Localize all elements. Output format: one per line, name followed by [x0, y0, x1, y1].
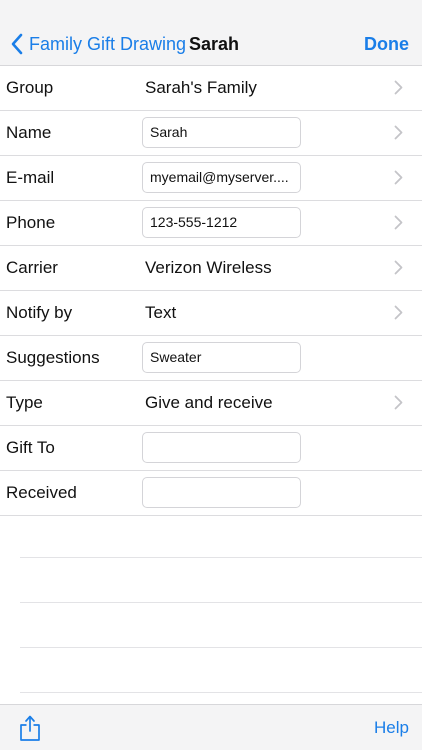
- help-button[interactable]: Help: [374, 716, 409, 740]
- empty-row: [20, 558, 422, 603]
- received-label: Received: [6, 483, 77, 502]
- chevron-right-icon[interactable]: [394, 125, 403, 140]
- group-row[interactable]: Group Sarah's Family: [0, 66, 422, 111]
- suggestions-row: Suggestions Sweater: [0, 336, 422, 381]
- done-button[interactable]: Done: [364, 32, 409, 56]
- name-label: Name: [6, 123, 52, 142]
- phone-input[interactable]: 123-555-1212: [142, 207, 301, 238]
- received-input[interactable]: [142, 477, 301, 508]
- chevron-right-icon: [394, 305, 403, 320]
- chevron-left-icon: [10, 33, 23, 55]
- suggestions-label: Suggestions: [6, 348, 100, 367]
- carrier-value: Verizon Wireless: [145, 258, 272, 277]
- group-value: Sarah's Family: [145, 78, 257, 97]
- chevron-right-icon[interactable]: [394, 215, 403, 230]
- gift-to-row: Gift To: [0, 426, 422, 471]
- chevron-right-icon: [394, 260, 403, 275]
- email-row: E-mail myemail@myserver....: [0, 156, 422, 201]
- name-row: Name Sarah: [0, 111, 422, 156]
- empty-table-area: [0, 513, 422, 693]
- page-title: Sarah: [189, 34, 240, 54]
- notify-value: Text: [145, 303, 177, 322]
- share-button[interactable]: [19, 714, 41, 742]
- gift-to-input[interactable]: [142, 432, 301, 463]
- empty-row: [20, 648, 422, 693]
- group-label: Group: [6, 78, 54, 97]
- phone-label: Phone: [6, 213, 56, 232]
- gift-to-label: Gift To: [6, 438, 55, 457]
- back-button-label: Family Gift Drawing: [29, 33, 187, 54]
- carrier-label: Carrier: [6, 258, 58, 277]
- notify-row[interactable]: Notify by Text: [0, 291, 422, 336]
- detail-form: Group Sarah's Family Name Sarah E-mail m…: [0, 66, 422, 516]
- type-label: Type: [6, 393, 43, 412]
- chevron-right-icon: [394, 395, 403, 410]
- carrier-row[interactable]: Carrier Verizon Wireless: [0, 246, 422, 291]
- phone-row: Phone 123-555-1212: [0, 201, 422, 246]
- bottom-toolbar: Help: [0, 704, 422, 750]
- chevron-right-icon: [394, 80, 403, 95]
- received-row: Received: [0, 471, 422, 516]
- empty-row: [20, 513, 422, 558]
- email-label: E-mail: [6, 168, 55, 187]
- email-input[interactable]: myemail@myserver....: [142, 162, 301, 193]
- share-icon: [19, 714, 41, 742]
- type-row[interactable]: Type Give and receive: [0, 381, 422, 426]
- suggestions-input[interactable]: Sweater: [142, 342, 301, 373]
- name-input[interactable]: Sarah: [142, 117, 301, 148]
- empty-row: [20, 603, 422, 648]
- type-value: Give and receive: [145, 393, 273, 412]
- chevron-right-icon[interactable]: [394, 170, 403, 185]
- back-button[interactable]: Family Gift Drawing: [10, 32, 186, 56]
- navigation-bar: Family Gift Drawing Sarah Done: [0, 0, 422, 66]
- notify-label: Notify by: [6, 303, 73, 322]
